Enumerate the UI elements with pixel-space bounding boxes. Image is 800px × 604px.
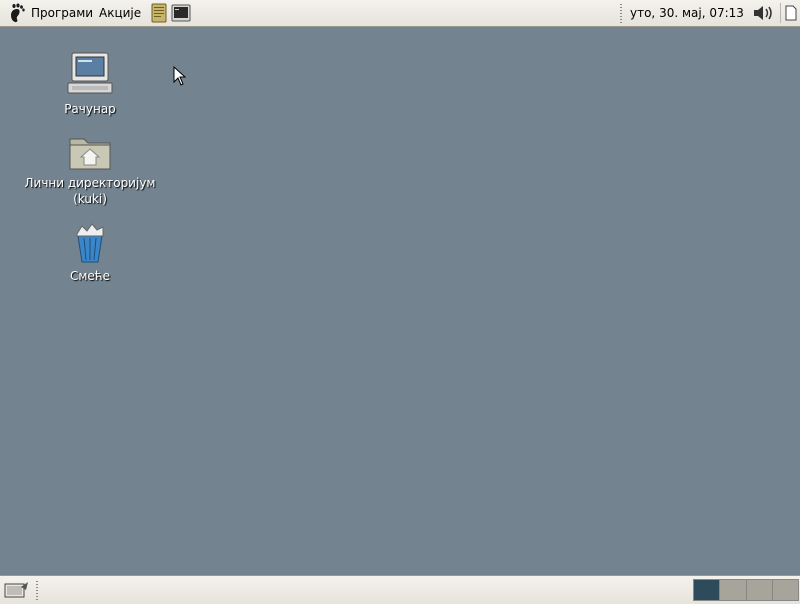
workspace-4[interactable] — [772, 580, 798, 600]
workspace-3[interactable] — [746, 580, 773, 600]
show-desktop-icon[interactable] — [780, 3, 799, 23]
panel-drag-handle[interactable] — [620, 4, 624, 23]
desktop-icon-label: Рачунар — [64, 102, 116, 116]
desktop[interactable]: Рачунар Лични директоријум (kuki) Смеће — [0, 27, 800, 575]
desktop-icon-label-line2: (kuki) — [73, 192, 107, 206]
desktop-icon-home[interactable]: Лични директоријум (kuki) — [20, 133, 160, 207]
panel-drag-handle[interactable] — [36, 581, 40, 600]
home-folder-icon — [69, 138, 111, 170]
gnome-foot-icon[interactable] — [5, 3, 27, 24]
workspace-2[interactable] — [720, 580, 747, 600]
top-panel: Програми Акције уто, 30. мај, 07:13 — [0, 0, 800, 27]
desktop-icon-label: Смеће — [69, 269, 111, 283]
volume-icon[interactable] — [752, 3, 774, 23]
trash-icon — [76, 223, 104, 263]
mouse-cursor-icon — [173, 66, 187, 86]
bottom-panel — [0, 575, 800, 604]
computer-icon — [67, 52, 113, 94]
desktop-icon-computer[interactable]: Рачунар — [20, 51, 160, 117]
text-editor-icon[interactable] — [149, 3, 169, 23]
desktop-icon-label: Лични директоријум (kuki) — [20, 175, 160, 207]
clock[interactable]: уто, 30. мај, 07:13 — [630, 6, 744, 20]
menu-actions[interactable]: Акције — [99, 6, 141, 20]
show-desktop-button-icon[interactable] — [4, 581, 30, 599]
menu-programs[interactable]: Програми — [31, 6, 93, 20]
workspace-1[interactable] — [694, 580, 721, 600]
desktop-icon-label-line1: Лични директоријум — [24, 176, 156, 190]
workspace-switcher[interactable] — [693, 579, 799, 601]
desktop-icon-trash[interactable]: Смеће — [20, 222, 160, 284]
terminal-icon[interactable] — [171, 3, 191, 23]
